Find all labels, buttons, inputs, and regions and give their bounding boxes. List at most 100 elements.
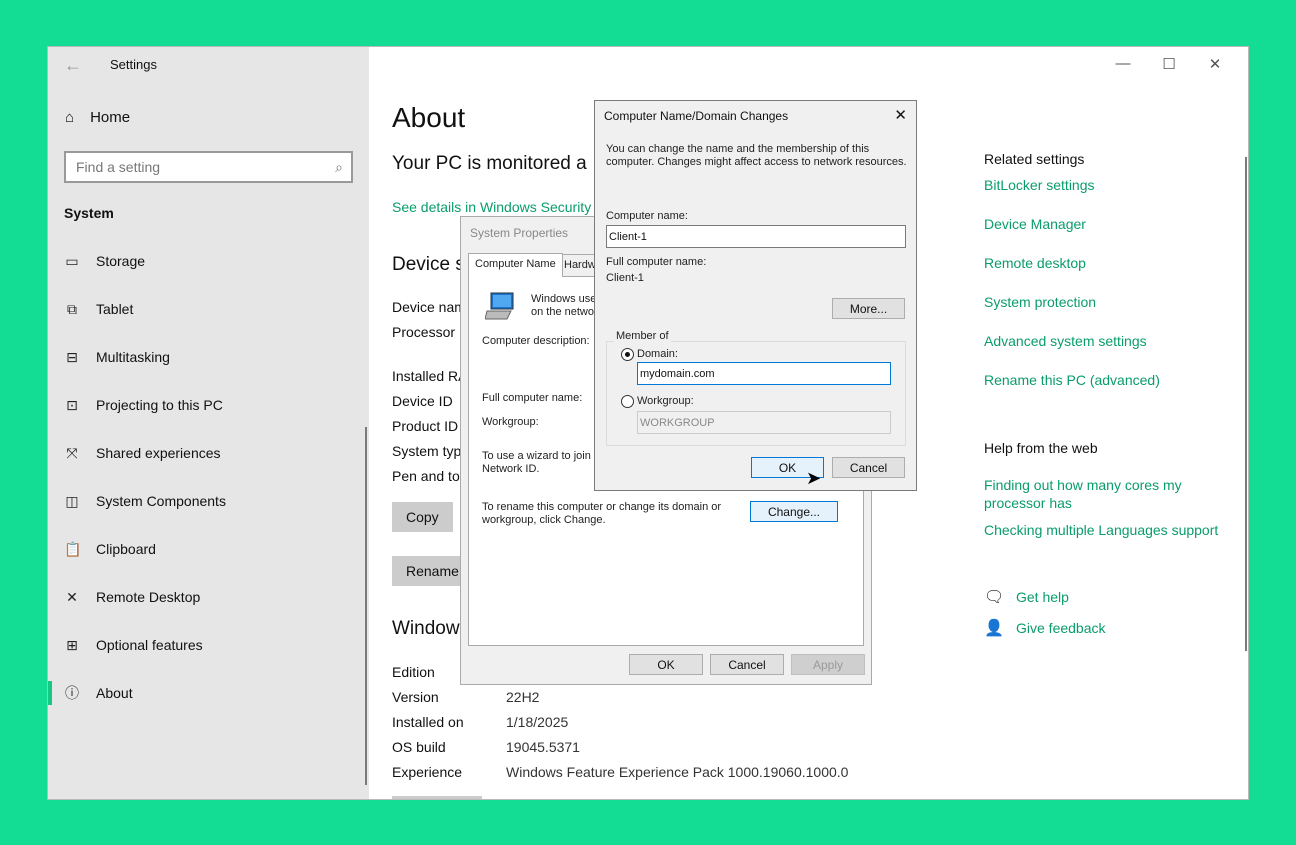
sidebar-item-label: Optional features	[96, 637, 203, 653]
sidebar-item-storage[interactable]: ▭ Storage	[48, 237, 369, 285]
page-title: About	[392, 102, 466, 133]
spec-value: 1/18/2025	[506, 714, 569, 730]
info-icon: ⓘ	[65, 685, 79, 701]
nav-list: ▭ Storage ⧉ Tablet ⊟ Multitasking ⊡ Projecti…	[48, 237, 369, 717]
change-button[interactable]: Change...	[750, 501, 838, 522]
get-help-label: Get help	[1016, 589, 1069, 605]
sidebar-item-label: Projecting to this PC	[96, 397, 223, 413]
ok-button[interactable]: OK	[629, 654, 703, 675]
sidebar-item-label: About	[96, 685, 133, 701]
rename-pc-advanced-link[interactable]: Rename this PC (advanced)	[984, 372, 1244, 411]
clipboard-icon: 📋	[64, 540, 82, 557]
system-protection-link[interactable]: System protection	[984, 294, 1244, 333]
back-arrow-icon[interactable]: ←	[64, 55, 82, 76]
sidebar-item-label: System Components	[96, 493, 226, 509]
close-icon[interactable]: ✕	[1192, 55, 1238, 73]
spec-label: Device ID	[392, 393, 453, 409]
advanced-system-settings-link[interactable]: Advanced system settings	[984, 333, 1244, 372]
domain-label: Domain:	[637, 348, 678, 360]
remote-desktop-link[interactable]: Remote desktop	[984, 255, 1244, 294]
device-specs-heading: Device s	[392, 254, 465, 275]
domain-field[interactable]	[637, 362, 891, 385]
window-controls: — ☐ ✕	[1100, 55, 1238, 73]
sidebar-item-shared-experiences[interactable]: ⤧ Shared experiences	[48, 429, 369, 477]
windows-specs-heading: Window	[392, 618, 460, 639]
device-manager-link[interactable]: Device Manager	[984, 216, 1244, 255]
dialog-title: System Properties	[470, 226, 569, 240]
spec-value: 19045.5371	[506, 739, 580, 755]
sidebar-item-label: Clipboard	[96, 541, 156, 557]
spec-label: Product ID	[392, 418, 459, 434]
shared-experiences-icon: ⤧	[66, 444, 78, 461]
spec-label: OS build	[392, 739, 446, 755]
sidebar-item-clipboard[interactable]: 📋 Clipboard	[48, 525, 369, 573]
spec-label: Version	[392, 689, 439, 705]
search-icon[interactable]: ⌕	[335, 159, 343, 176]
sidebar-item-label: Storage	[96, 253, 146, 269]
spec-label: Installed RA	[392, 368, 468, 384]
spec-label: Processor	[392, 324, 456, 340]
help-title: Help from the web	[984, 440, 1098, 456]
bitlocker-settings-link[interactable]: BitLocker settings	[984, 177, 1244, 216]
more-button[interactable]: More...	[832, 298, 905, 319]
section-label-system: System	[64, 205, 114, 221]
cancel-button[interactable]: Cancel	[832, 457, 905, 478]
nav-home-label: Home	[90, 109, 131, 126]
windows-security-link[interactable]: See details in Windows Security	[392, 199, 591, 215]
full-name-value: Client-1	[606, 272, 644, 284]
close-icon[interactable]: ✕	[894, 106, 907, 124]
sidebar-item-projecting[interactable]: ⊡ Projecting to this PC	[48, 381, 369, 429]
spec-value: Windows Feature Experience Pack 1000.190…	[506, 764, 849, 780]
storage-icon: ▭	[65, 252, 79, 269]
workgroup-radio[interactable]	[621, 395, 634, 408]
get-help-icon: 🗨	[984, 589, 1005, 606]
sidebar-item-remote-desktop[interactable]: ✕ Remote Desktop	[48, 573, 369, 621]
projecting-icon: ⊡	[66, 396, 78, 413]
spec-value: 22H2	[506, 689, 540, 705]
workgroup-field[interactable]	[637, 411, 891, 434]
monitor-status-text: Your PC is monitored a	[392, 153, 587, 174]
sidebar-item-optional-features[interactable]: ⊞ Optional features	[48, 621, 369, 669]
partial-button[interactable]	[392, 796, 482, 799]
multitasking-icon: ⊟	[66, 348, 78, 365]
remote-desktop-icon: ✕	[66, 588, 78, 605]
spec-label: Device nam	[392, 299, 466, 315]
sidebar-scrollbar[interactable]	[365, 427, 367, 785]
give-feedback-link[interactable]: 👤 Give feedback	[984, 618, 1106, 638]
home-icon: ⌂	[65, 109, 75, 126]
dialog-title: Computer Name/Domain Changes	[604, 109, 789, 123]
rename-instructions: To rename this computer or change its do…	[482, 501, 722, 526]
full-name-label: Full computer name:	[606, 256, 707, 268]
get-help-link[interactable]: 🗨 Get help	[984, 587, 1069, 607]
computer-name-label: Computer name:	[606, 210, 688, 222]
system-components-icon: ◫	[65, 492, 79, 509]
cores-help-link[interactable]: Finding out how many cores my processor …	[984, 476, 1229, 512]
sidebar-item-multitasking[interactable]: ⊟ Multitasking	[48, 333, 369, 381]
intro-text: You can change the name and the membersh…	[606, 143, 907, 168]
apply-button[interactable]: Apply	[791, 654, 865, 675]
search-box[interactable]: ⌕	[64, 151, 353, 183]
sidebar-item-tablet[interactable]: ⧉ Tablet	[48, 285, 369, 333]
computer-description-label: Computer description:	[482, 335, 590, 347]
languages-help-link[interactable]: Checking multiple Languages support	[984, 521, 1229, 539]
nav-home[interactable]: ⌂ Home	[65, 109, 130, 126]
minimize-icon[interactable]: —	[1100, 55, 1146, 73]
workgroup-label: Workgroup:	[482, 416, 539, 428]
sidebar-item-about[interactable]: ⓘ About	[48, 669, 369, 717]
maximize-icon[interactable]: ☐	[1146, 55, 1192, 73]
search-input[interactable]	[66, 153, 316, 181]
cancel-button[interactable]: Cancel	[710, 654, 784, 675]
content-scrollbar[interactable]	[1245, 157, 1247, 651]
copy-button[interactable]: Copy	[392, 502, 453, 532]
computer-name-field[interactable]	[606, 225, 906, 248]
computer-icon	[485, 292, 514, 320]
related-settings: Related settings BitLocker settings Devi…	[984, 151, 1244, 411]
spec-label: Installed on	[392, 714, 464, 730]
full-computer-name-label: Full computer name:	[482, 392, 583, 404]
tab-computer-name[interactable]: Computer Name	[468, 253, 563, 277]
domain-radio[interactable]	[621, 348, 634, 361]
windows-uses-text: Windows use on the networ	[531, 293, 598, 318]
sidebar-item-label: Shared experiences	[96, 445, 221, 461]
sidebar-item-system-components[interactable]: ◫ System Components	[48, 477, 369, 525]
spec-label: Edition	[392, 664, 435, 680]
